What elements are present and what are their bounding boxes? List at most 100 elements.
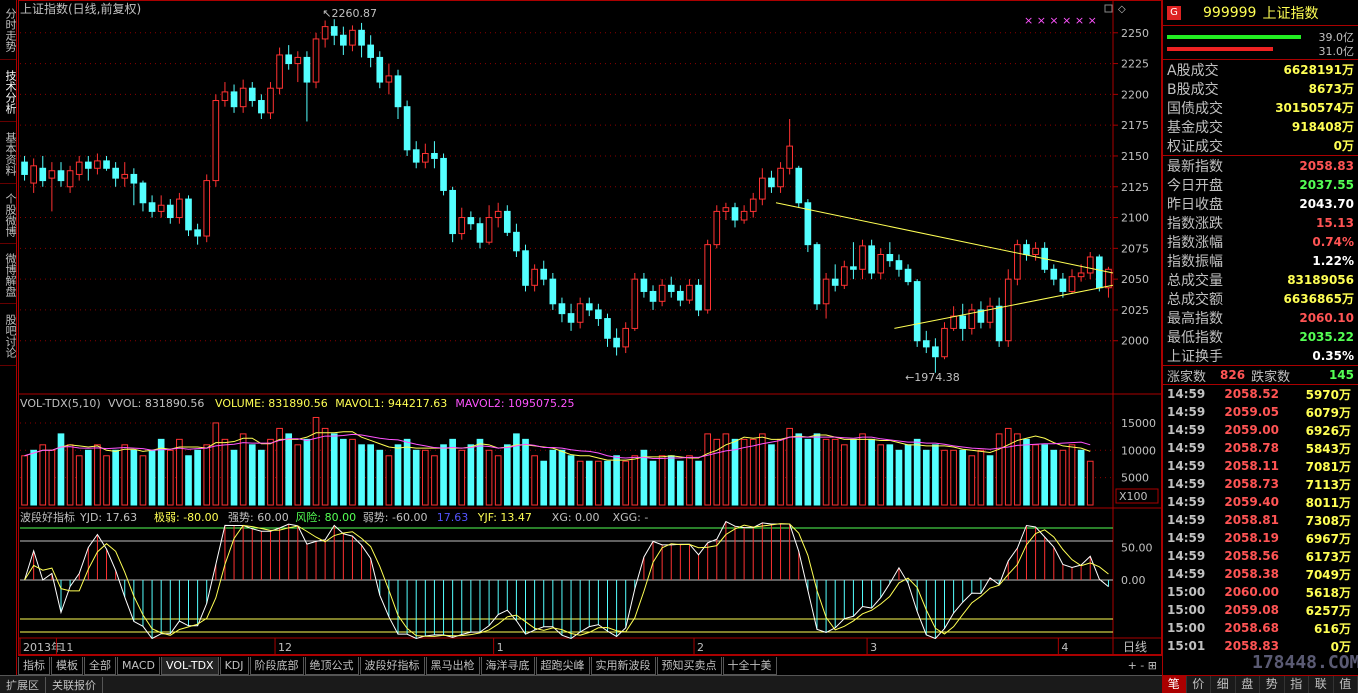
nav-tab-1[interactable]: 技术分析	[0, 62, 17, 122]
indicator-tab-11[interactable]: 超跑尖峰	[535, 656, 590, 675]
candle-body	[850, 266, 857, 270]
volume-bar	[294, 444, 302, 506]
volume-bar	[1050, 449, 1058, 506]
window-icon	[1104, 4, 1113, 13]
indicator-tab-1[interactable]: 模板	[51, 656, 83, 675]
tick-volume: 7113万	[1305, 477, 1351, 492]
down-count: 145	[1328, 368, 1354, 382]
volume-bar	[440, 444, 447, 506]
candle-body	[604, 318, 611, 339]
kline-chart[interactable]: 2000202520502075210021252150217522002225…	[18, 0, 1162, 655]
nav-tab-4[interactable]: 微博解盘	[0, 246, 17, 304]
volume-bar	[485, 449, 493, 506]
candle-body	[631, 278, 639, 329]
stat-label: 国债成交	[1167, 100, 1223, 117]
candle-body	[1023, 244, 1030, 256]
stat-row: 国债成交 30150574万	[1163, 98, 1358, 117]
status-item-0[interactable]: 扩展区	[0, 676, 46, 693]
volume-bar	[549, 449, 557, 506]
nav-tab-5[interactable]: 股吧讨论	[0, 306, 17, 366]
status-bar: 扩展区 关联报价	[0, 675, 1162, 693]
nav-tab-3[interactable]: 个股微博	[0, 186, 17, 244]
indicator-tab-3[interactable]: MACD	[117, 656, 160, 675]
quote-tab-0[interactable]: 笔	[1162, 676, 1187, 693]
stat-value: 6628191万	[1283, 63, 1354, 77]
stat-label: 总成交额	[1167, 291, 1223, 308]
volume-bar	[239, 433, 247, 506]
tick-price: 2058.73	[1224, 477, 1279, 491]
candle-body	[822, 278, 830, 305]
y-tick-label: 2125	[1121, 181, 1149, 194]
osc-field: YJD: 17.63	[79, 511, 137, 524]
tick-price: 2058.68	[1224, 621, 1279, 635]
candle-body	[312, 38, 320, 83]
volume-bar	[449, 438, 456, 506]
candle-body	[713, 210, 721, 246]
vol-tick-label: 10000	[1121, 444, 1156, 457]
volume-bar	[48, 449, 56, 506]
stat-label: 基金成交	[1167, 119, 1223, 136]
indicator-tab-9[interactable]: 黑马出枪	[425, 656, 480, 675]
trendline-upper	[775, 202, 1114, 274]
tick-volume: 6257万	[1305, 603, 1351, 618]
tick-time: 14:59	[1167, 549, 1206, 563]
indicator-tab-8[interactable]: 波段好指标	[359, 656, 425, 675]
volume-bar	[39, 444, 47, 506]
tick-row: 14:59 2058.19 6967万	[1163, 529, 1358, 547]
candle-body	[1014, 244, 1021, 280]
stat-label: 指数振幅	[1167, 253, 1223, 270]
quote-tab-3[interactable]: 盘	[1236, 676, 1260, 693]
indicator-tab-5[interactable]: KDJ	[219, 656, 249, 675]
indicator-tab-13[interactable]: 预知买卖点	[656, 656, 722, 675]
tick-list[interactable]: 14:59 2058.52 5970万 14:59 2059.05 6079万 14:59 2…	[1163, 385, 1358, 655]
volume-bar	[121, 444, 129, 506]
volume-bar	[1041, 444, 1049, 506]
volume-bar	[458, 449, 466, 506]
tick-time: 14:59	[1167, 405, 1206, 419]
chart-area[interactable]: 2000 2025 2050 2075 2100 2125 2150 2175 2200 2225…	[18, 0, 1162, 655]
tick-row: 14:59 2058.81 7308万	[1163, 511, 1358, 529]
quote-tab-6[interactable]: 联	[1309, 676, 1334, 693]
candle-body	[431, 152, 438, 159]
tick-row: 14:59 2058.73 7113万	[1163, 475, 1358, 493]
quote-tab-1[interactable]: 价	[1187, 676, 1211, 693]
nav-tab-2[interactable]: 基本资料	[0, 124, 17, 184]
volume-bar	[804, 438, 812, 506]
candle-body	[1068, 276, 1076, 292]
volume-bar	[531, 455, 538, 506]
indicator-tab-7[interactable]: 绝顶公式	[304, 656, 359, 675]
volume-bar	[285, 433, 293, 506]
candle-body	[258, 100, 265, 114]
volume-bar	[859, 433, 866, 506]
indicator-tab-12[interactable]: 实用新波段	[590, 656, 656, 675]
quote-tab-5[interactable]: 指	[1285, 676, 1309, 693]
volume-bar	[813, 433, 821, 506]
volume-bar	[340, 438, 347, 506]
status-item-1[interactable]: 关联报价	[46, 676, 103, 693]
candle-body	[212, 100, 220, 182]
indicator-tab-10[interactable]: 海洋寻底	[480, 656, 535, 675]
quote-tab-2[interactable]: 细	[1211, 676, 1236, 693]
candle-body	[986, 305, 994, 323]
nav-tab-0[interactable]: 分时走势	[0, 0, 17, 60]
zoom-controls[interactable]: + - ⊞	[1124, 657, 1161, 675]
vol-field: MAVOL1: 944217.63	[335, 397, 447, 410]
indicator-tab-6[interactable]: 阶段底部	[249, 656, 304, 675]
volume-bar	[932, 444, 939, 506]
indicator-tab-14[interactable]: 十全十美	[722, 656, 777, 675]
volume-bar	[795, 433, 803, 506]
candle-body	[166, 204, 174, 219]
indicator-tab-2[interactable]: 全部	[84, 656, 116, 675]
quote-tab-4[interactable]: 势	[1260, 676, 1285, 693]
quote-tab-7[interactable]: 值	[1334, 676, 1358, 693]
candle-body	[84, 161, 92, 169]
indicator-tab-4[interactable]: VOL-TDX	[160, 656, 219, 675]
candle-body	[558, 303, 566, 315]
stat-label: 最低指数	[1167, 329, 1223, 346]
candle-body	[859, 245, 866, 270]
stat-value: 8673万	[1308, 82, 1354, 96]
volume-bar	[567, 455, 575, 506]
tick-row: 14:59 2058.38 7049万	[1163, 565, 1358, 583]
indicator-tab-0[interactable]: 指标	[18, 656, 50, 675]
candle-body	[695, 284, 702, 311]
